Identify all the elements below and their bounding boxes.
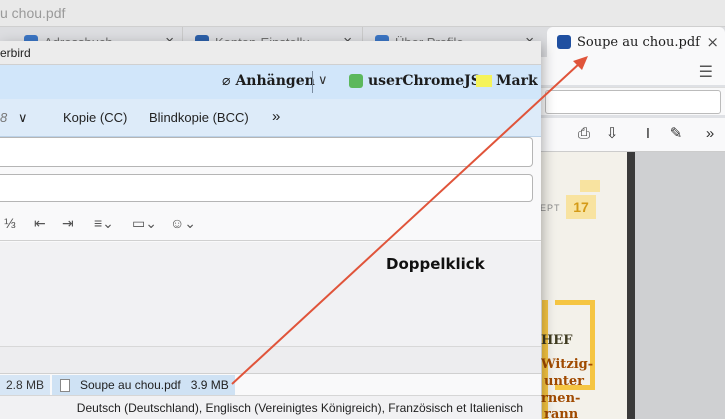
emoji-icon[interactable]: ☺⌄ <box>170 215 196 232</box>
pdf-date-box: 17 <box>566 195 596 219</box>
attachment-size: 3.9 MB <box>190 378 229 392</box>
attachment-size: 2.8 MB <box>6 378 45 392</box>
recipient-field[interactable] <box>0 137 533 167</box>
window-title-text: u chou.pdf <box>0 5 66 21</box>
draw-icon[interactable]: ✎ <box>667 125 685 143</box>
mark-button[interactable]: Mark <box>476 73 538 89</box>
paperclip-icon: ⌀ <box>222 73 231 89</box>
chevron-down-icon[interactable]: ∨ <box>18 110 28 126</box>
compose-titlebar: erbird <box>0 41 541 65</box>
print-icon[interactable]: ⎙ <box>575 125 593 143</box>
attach-label: Anhängen <box>235 73 315 89</box>
more-headers-icon[interactable]: » <box>272 108 280 125</box>
pdf-tab-icon <box>557 35 571 49</box>
attachment-item[interactable]: 2.8 MB <box>0 375 50 395</box>
numbered-list-icon[interactable]: ⅓ <box>4 215 16 231</box>
cc-button[interactable]: Kopie (CC) <box>63 110 127 125</box>
pdf-text-line: rann <box>544 407 579 419</box>
image-icon[interactable]: ▭⌄ <box>132 215 157 232</box>
pdf-page-edge <box>627 152 635 419</box>
pdf-find-input[interactable] <box>545 90 721 114</box>
more-tools-icon[interactable]: » <box>701 125 719 143</box>
pdf-text-line: unter <box>544 374 585 389</box>
pdf-toolbar-top: ☰ <box>541 57 725 85</box>
compose-window: erbird ⌀ Anhängen ∨ userChromeJS Mark 8 … <box>0 41 541 419</box>
window-title: u chou.pdf <box>0 0 725 27</box>
pdf-text-line: rnen- <box>541 391 581 406</box>
indent-icon[interactable]: ⇥ <box>62 215 74 232</box>
annotation-label: Doppelklick <box>386 255 485 273</box>
compose-spacer <box>0 346 541 373</box>
pdf-text-line: Witzig- <box>541 357 594 372</box>
highlight-icon <box>476 75 492 87</box>
pdf-find-bar <box>541 87 725 115</box>
compose-title: erbird <box>0 46 31 60</box>
from-identity-partial: 8 <box>0 110 8 125</box>
mark-label: Mark <box>496 73 538 89</box>
tab-pdf[interactable]: Soupe au chou.pdf × <box>547 27 725 57</box>
chevron-down-icon[interactable]: ∨ <box>318 73 328 88</box>
subject-field[interactable] <box>0 174 533 202</box>
userchromejs-label: userChromeJS <box>368 73 481 89</box>
tab-label: Soupe au chou.pdf <box>577 34 700 50</box>
bcc-button[interactable]: Blindkopie (BCC) <box>149 110 249 125</box>
align-icon[interactable]: ≡⌄ <box>94 215 114 232</box>
format-toolbar: ⅓ ⇤ ⇥ ≡⌄ ▭⌄ ☺⌄ <box>0 207 541 241</box>
outdent-icon[interactable]: ⇤ <box>34 215 46 232</box>
attachment-item-pdf[interactable]: Soupe au chou.pdf 3.9 MB <box>52 375 235 395</box>
toolbar-divider <box>312 71 313 93</box>
spellcheck-status[interactable]: Deutsch (Deutschland), Englisch (Vereini… <box>0 395 541 419</box>
userchromejs-button[interactable]: userChromeJS <box>349 73 481 89</box>
save-icon[interactable]: ⇩ <box>603 125 621 143</box>
text-cursor-icon[interactable]: I <box>639 125 657 143</box>
attach-button[interactable]: ⌀ Anhängen <box>222 73 315 89</box>
pdf-month-label: EPT <box>540 203 561 213</box>
compose-header-bar: 8 ∨ Kopie (CC) Blindkopie (BCC) » <box>0 99 541 137</box>
attachment-bar: 2.8 MB Soupe au chou.pdf 3.9 MB <box>0 373 541 395</box>
pdf-tab-marker <box>580 180 600 192</box>
puzzle-icon <box>349 74 363 88</box>
menu-icon[interactable]: ☰ <box>699 62 713 82</box>
pdf-text-line: HEF <box>541 333 573 348</box>
pdf-side-panel <box>635 152 725 419</box>
pdf-toolbar: ⎙ ⇩ I ✎ » <box>541 118 725 152</box>
attachment-name: Soupe au chou.pdf <box>80 378 181 392</box>
compose-toolbar: ⌀ Anhängen ∨ userChromeJS Mark <box>0 65 541 99</box>
pdf-file-icon <box>60 378 70 392</box>
close-icon[interactable]: × <box>706 33 719 51</box>
